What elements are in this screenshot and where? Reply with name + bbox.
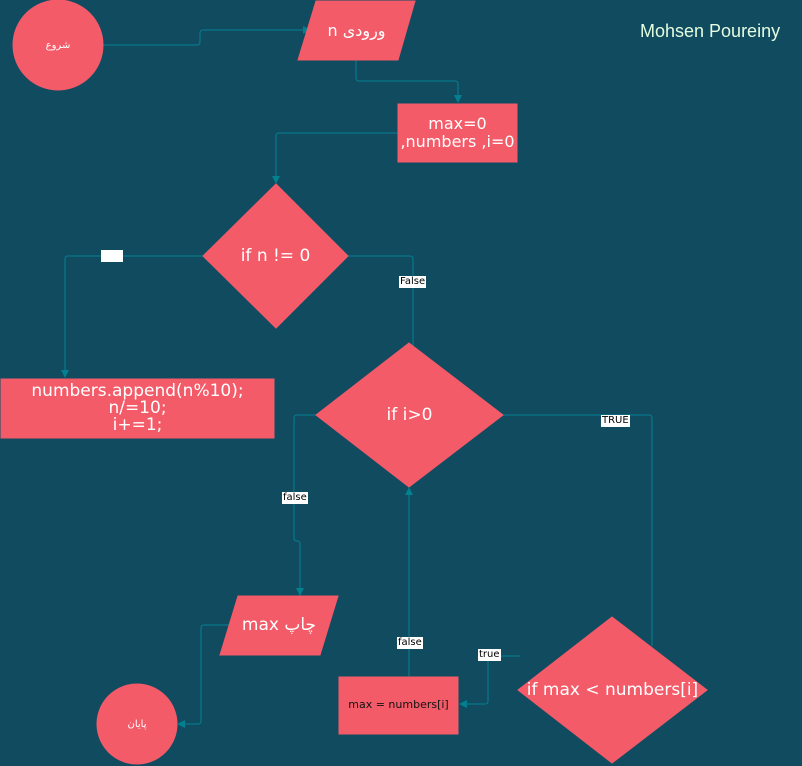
edge-cond-n-false — [348, 255, 414, 352]
edge-label-cond-n-false: False — [399, 276, 427, 288]
edge-label-cond-i-true: TRUE — [601, 415, 630, 427]
edge-input-to-init — [355, 60, 462, 103]
edge-label-cond-max-false: false — [397, 637, 423, 649]
init-label: max=0 ,numbers ,i=0 — [400, 114, 515, 151]
edge-cond-i-true — [503, 414, 653, 646]
cond-n-label: if n != 0 — [240, 245, 311, 266]
edge-cond-i-false — [293, 414, 316, 596]
loop-body-label: numbers.append(n%10); n/=10; i+=1; — [31, 381, 244, 435]
print-label: max چاپ — [241, 615, 317, 636]
edge-cond-n-true — [61, 255, 203, 378]
input-label: n ورودی — [327, 20, 386, 40]
assign-max-label: max = numbers[i] — [348, 698, 449, 712]
edge-label-cond-max-true: true — [478, 649, 501, 661]
cond-max-label: if max < numbers[i] — [526, 679, 699, 700]
edge-label-cond-n-true — [101, 250, 123, 262]
end-label: پایان — [127, 718, 147, 730]
start-label: شروع — [45, 39, 71, 51]
edge-init-to-cond-n — [272, 132, 398, 184]
edge-cond-max-true — [459, 655, 520, 708]
cond-i-label: if i>0 — [386, 404, 433, 425]
edge-label-cond-i-false: false — [282, 492, 308, 504]
author-name: Mohsen Poureiny — [640, 21, 781, 41]
edge-start-to-input — [103, 26, 311, 46]
